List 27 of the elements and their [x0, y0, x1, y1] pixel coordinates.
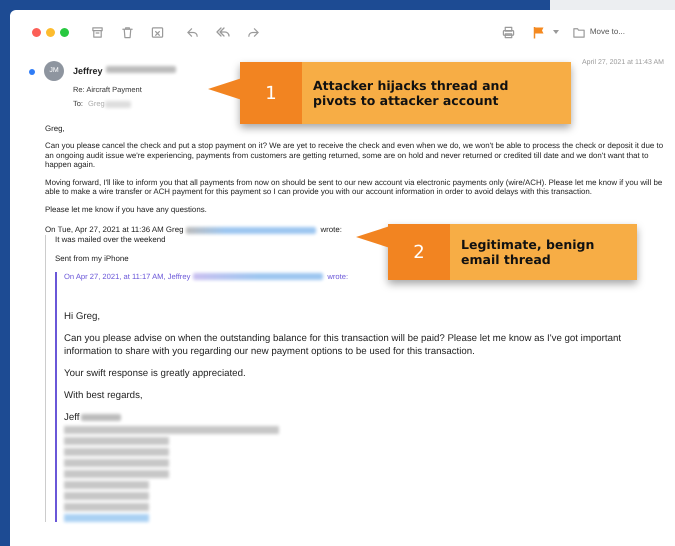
redaction-blur	[104, 100, 131, 108]
forward-icon[interactable]	[247, 26, 260, 38]
callout-text: Legitimate, benign email thread	[450, 224, 637, 280]
move-to-button[interactable]: Move to...	[572, 26, 625, 38]
quote-paragraph: Hi Greg,	[64, 311, 102, 324]
archive-icon[interactable]	[91, 26, 104, 38]
print-icon[interactable]	[502, 26, 515, 38]
folder-icon	[572, 26, 586, 38]
quote-paragraph: Your swift response is greatly appreciated.	[64, 368, 247, 380]
redaction-blur	[81, 414, 122, 421]
window-close-button[interactable]	[32, 28, 41, 36]
junk-icon[interactable]	[151, 26, 164, 38]
signature-name: Jeff	[64, 412, 80, 423]
reply-icon[interactable]	[186, 26, 199, 38]
window-minimize-button[interactable]	[46, 28, 55, 36]
flag-icon[interactable]	[532, 26, 545, 38]
step-number: 1	[240, 62, 302, 124]
redaction-blur	[106, 66, 176, 74]
step-number: 2	[388, 224, 450, 280]
window-zoom-button[interactable]	[60, 28, 69, 36]
reply-all-icon[interactable]	[216, 25, 230, 39]
quote-paragraph: With best regards,	[64, 390, 144, 402]
caret-icon[interactable]	[552, 30, 559, 34]
quote-paragraph: Can you please advise on when the outstanding balance for this transaction will be paid? Please let me know as I've got important information to share with you regarding our new payment options to be used for this transaction.	[64, 333, 622, 358]
trash-icon[interactable]	[121, 26, 134, 38]
sender-name: Jeffrey	[73, 66, 103, 76]
callout-text: Attacker hijacks thread and pivots to attacker account	[302, 62, 571, 124]
